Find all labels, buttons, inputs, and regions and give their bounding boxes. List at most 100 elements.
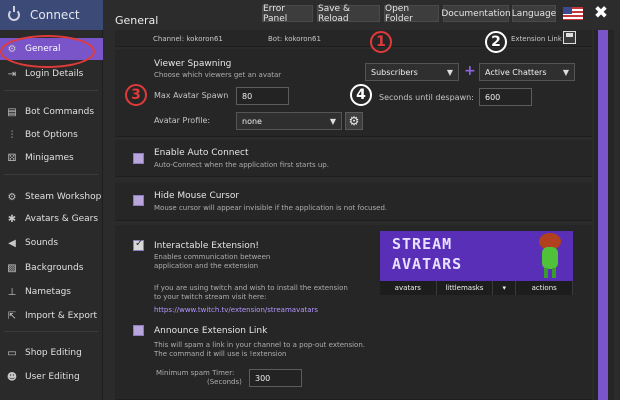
language-button[interactable]: Language xyxy=(512,5,556,22)
hide-cursor-checkbox[interactable] xyxy=(133,195,144,206)
sidebar-item-label: Login Details xyxy=(25,69,84,79)
despawn-label: Seconds until despawn: xyxy=(379,93,474,102)
plus-icon: + xyxy=(464,63,476,79)
extension-desc-2: application and the extension xyxy=(154,262,259,270)
sidebar-item-nametags[interactable]: ⊥ Nametags xyxy=(0,281,103,303)
channel-label: Channel: kokoron61 xyxy=(153,35,223,43)
profile-settings-gear-icon[interactable]: ⚙ xyxy=(345,112,363,130)
chevron-down-icon[interactable]: ▾ xyxy=(493,281,517,295)
us-flag-icon[interactable] xyxy=(563,7,583,20)
bot-label: Bot: kokoron61 xyxy=(268,35,321,43)
announce-desc-1: This will spam a link in your channel to… xyxy=(154,341,365,349)
login-icon: ⇥ xyxy=(7,68,17,80)
extension-link[interactable]: https://www.twitch.tv/extension/streamav… xyxy=(154,306,318,314)
announce-desc-2: The command it will use is !extension xyxy=(154,350,287,358)
avatar-mascot-icon xyxy=(530,233,570,279)
steam-icon: ⚙ xyxy=(7,191,17,203)
shop-icon: ▭ xyxy=(7,347,17,359)
viewer-spawning-title: Viewer Spawning xyxy=(154,59,232,69)
sidebar-item-label: Bot Options xyxy=(25,130,78,140)
hide-cursor-title: Hide Mouse Cursor xyxy=(154,191,240,201)
banner-line-2: AVATARS xyxy=(392,255,463,273)
export-icon: ⇱ xyxy=(7,310,17,322)
scrollbar-thumb[interactable] xyxy=(598,30,608,400)
sidebar-item-label: User Editing xyxy=(25,372,80,382)
auto-connect-desc: Auto-Connect when the application first … xyxy=(154,161,329,169)
sidebar-item-sounds[interactable]: ◀ Sounds xyxy=(0,232,103,254)
commands-icon: ▤ xyxy=(7,106,17,118)
tab-avatars[interactable]: avatars xyxy=(380,281,437,295)
chevron-down-icon: ▼ xyxy=(562,68,569,77)
auto-connect-checkbox[interactable] xyxy=(133,153,144,164)
extension-info-2: to your twitch stream visit here: xyxy=(154,293,267,301)
tab-actions[interactable]: actions xyxy=(516,281,574,295)
sidebar-item-import-export[interactable]: ⇱ Import & Export xyxy=(0,305,103,327)
sidebar-item-avatars-gears[interactable]: ✱ Avatars & Gears xyxy=(0,208,103,230)
hide-cursor-desc: Mouse cursor will appear invisible if th… xyxy=(154,204,388,212)
tab-littlemasks[interactable]: littlemasks xyxy=(437,281,494,295)
page-title: General xyxy=(115,14,159,27)
auto-connect-title: Enable Auto Connect xyxy=(154,148,249,158)
select-2-value: Active Chatters xyxy=(485,67,547,77)
connect-button[interactable]: Connect xyxy=(0,0,103,30)
extension-info-1: If you are using twitch and wish to inst… xyxy=(154,284,348,292)
announce-title: Announce Extension Link xyxy=(154,326,268,336)
select-1-value: Subscribers xyxy=(371,67,418,77)
connect-label: Connect xyxy=(30,8,80,22)
extension-desc-1: Enables communication between xyxy=(154,253,271,261)
sidebar-item-bot-options[interactable]: ⫶ Bot Options xyxy=(0,124,103,146)
extension-checkbox[interactable] xyxy=(133,238,144,251)
extension-tabs: avatars littlemasks ▾ actions xyxy=(380,281,574,295)
open-folder-button[interactable]: Open Folder xyxy=(384,4,439,24)
max-spawn-input[interactable]: 80 xyxy=(236,87,289,105)
power-icon xyxy=(8,6,20,21)
spam-timer-label-1: Minimum spam Timer: xyxy=(156,369,235,377)
close-icon[interactable]: ✖ xyxy=(592,3,610,23)
user-icon: ☻ xyxy=(6,371,18,383)
nametag-icon: ⊥ xyxy=(7,286,17,298)
avatar-profile-label: Avatar Profile: xyxy=(154,116,211,125)
stream-avatars-banner: STREAM AVATARS xyxy=(380,231,573,281)
dice-icon: ⚄ xyxy=(7,152,17,164)
viewer-type-select-1[interactable]: Subscribers ▼ xyxy=(365,63,459,81)
extension-title: Interactable Extension! xyxy=(154,241,260,251)
spam-timer-input[interactable]: 300 xyxy=(249,369,302,387)
sidebar-item-bot-commands[interactable]: ▤ Bot Commands xyxy=(0,101,103,123)
sidebar-item-steam-workshop[interactable]: ⚙ Steam Workshop xyxy=(0,186,103,208)
sidebar-item-label: Avatars & Gears xyxy=(25,214,99,224)
sidebar-item-label: Nametags xyxy=(25,287,71,297)
announce-checkbox[interactable] xyxy=(133,325,144,336)
error-panel-button[interactable]: Error Panel xyxy=(262,4,313,24)
annotation-1: 1 xyxy=(370,31,392,53)
save-icon[interactable] xyxy=(563,31,576,44)
annotation-3: 3 xyxy=(125,84,147,106)
annotation-4: 4 xyxy=(350,84,372,106)
chevron-down-icon: ▼ xyxy=(329,117,336,126)
sidebar-item-minigames[interactable]: ⚄ Minigames xyxy=(0,147,103,169)
documentation-button[interactable]: Documentation xyxy=(441,5,511,22)
viewer-type-select-2[interactable]: Active Chatters ▼ xyxy=(479,63,575,81)
sidebar-item-label: Bot Commands xyxy=(25,107,95,117)
sidebar-item-label: Backgrounds xyxy=(25,263,84,273)
speaker-icon: ◀ xyxy=(8,237,16,249)
despawn-input[interactable]: 600 xyxy=(479,88,532,106)
sidebar-divider xyxy=(4,174,98,175)
sidebar-item-label: Steam Workshop xyxy=(25,192,102,202)
sidebar-item-label: Import & Export xyxy=(25,311,98,321)
sidebar-item-label: Shop Editing xyxy=(25,348,82,358)
sidebar-item-backgrounds[interactable]: ▨ Backgrounds xyxy=(0,257,103,279)
spam-timer-label-2: (Seconds) xyxy=(207,378,242,386)
sidebar-item-shop-editing[interactable]: ▭ Shop Editing xyxy=(0,342,103,364)
sidebar-item-user-editing[interactable]: ☻ User Editing xyxy=(0,366,103,388)
general-highlight-circle xyxy=(0,35,95,68)
save-reload-button[interactable]: Save & Reload xyxy=(317,4,380,24)
avatar-profile-select[interactable]: none ▼ xyxy=(236,112,342,130)
auto-connect-panel xyxy=(115,140,592,177)
extension-link-label: Extension Link xyxy=(511,35,562,43)
max-spawn-label: Max Avatar Spawn xyxy=(154,91,229,100)
sidebar-item-label: Sounds xyxy=(25,238,59,248)
sidebar-divider xyxy=(4,331,98,332)
profile-value: none xyxy=(242,116,262,126)
sliders-icon: ⫶ xyxy=(10,129,14,141)
sidebar-divider xyxy=(4,90,98,91)
